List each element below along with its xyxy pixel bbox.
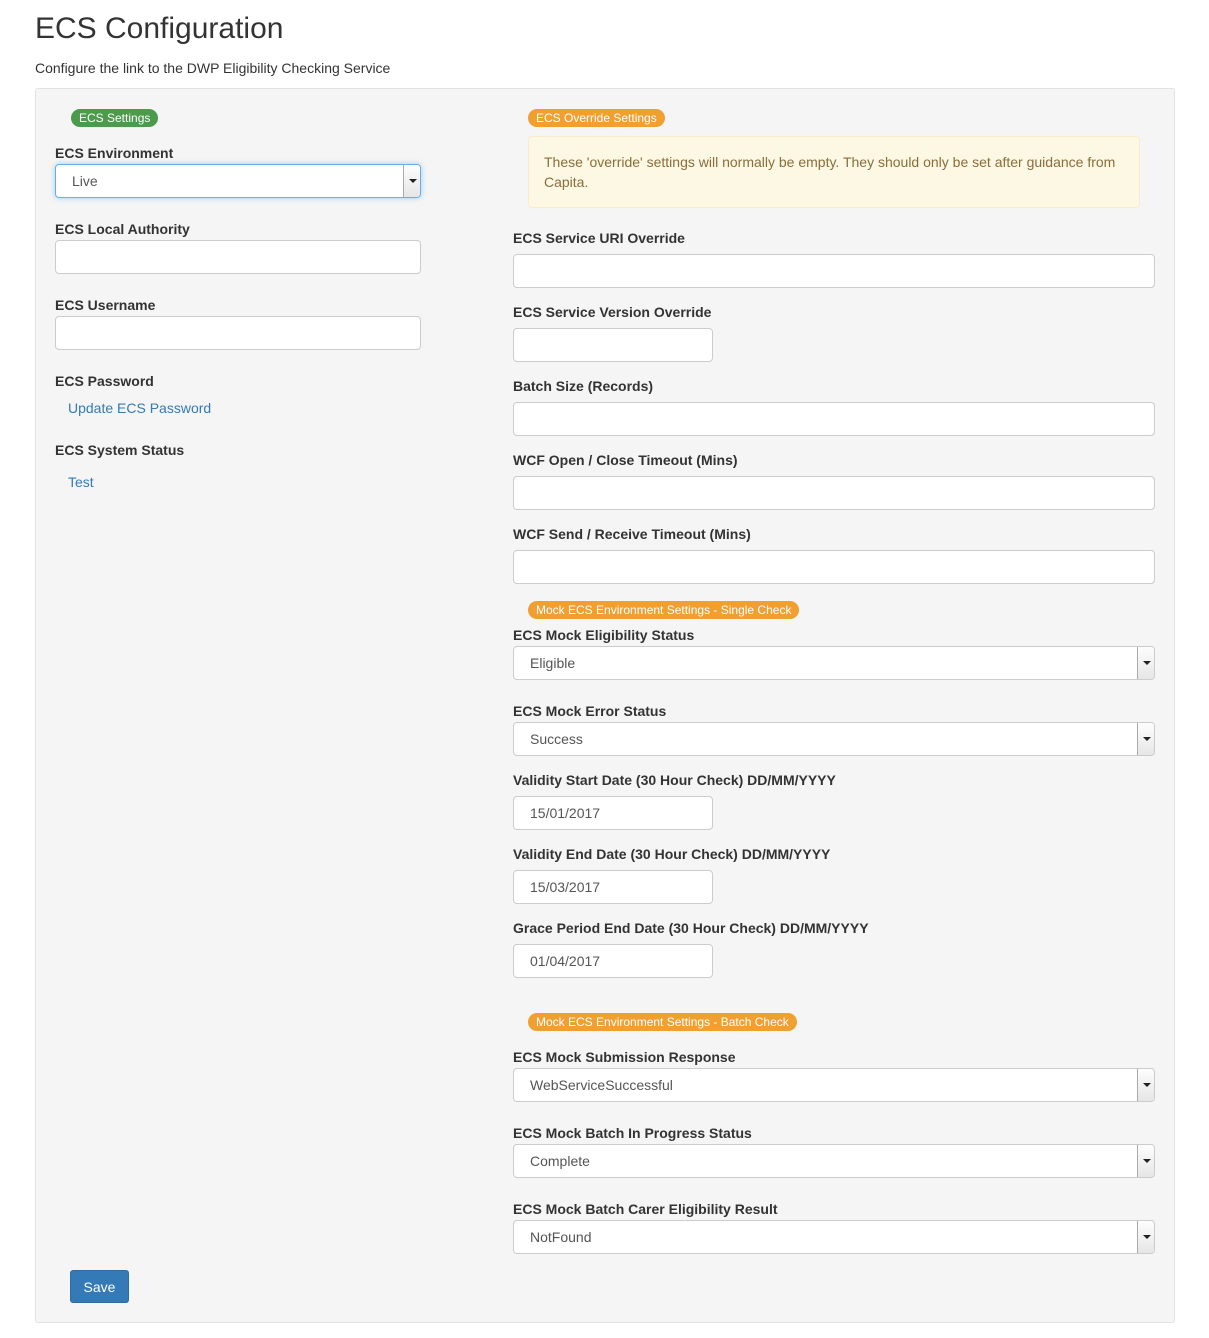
ecs-mock-eligibility-status-value: Eligible [530,655,576,671]
ecs-override-settings-badge: ECS Override Settings [528,109,665,127]
validity-end-date-input[interactable] [513,870,713,904]
ecs-service-version-override-label: ECS Service Version Override [513,304,712,320]
ecs-settings-badge: ECS Settings [71,109,159,127]
config-panel: ECS Settings ECS Environment Live ECS Lo… [35,88,1175,1323]
override-warning-alert: These 'override' settings will normally … [528,136,1140,208]
ecs-service-uri-override-input[interactable] [513,254,1155,288]
ecs-mock-error-status-select[interactable]: Success [513,722,1155,756]
page-subtitle: Configure the link to the DWP Eligibilit… [35,60,391,76]
ecs-local-authority-input[interactable] [55,240,421,274]
ecs-mock-eligibility-status-label: ECS Mock Eligibility Status [513,627,695,643]
ecs-mock-error-status-label: ECS Mock Error Status [513,703,667,719]
ecs-system-status-label: ECS System Status [55,442,185,458]
chevron-down-icon[interactable] [1137,1069,1154,1101]
ecs-mock-submission-response-select[interactable]: WebServiceSuccessful [513,1068,1155,1102]
update-ecs-password-link[interactable]: Update ECS Password [68,400,211,416]
ecs-mock-submission-response-label: ECS Mock Submission Response [513,1049,736,1065]
grace-period-end-date-input[interactable] [513,944,713,978]
wcf-send-receive-timeout-input[interactable] [513,550,1155,584]
ecs-mock-batch-carer-eligibility-result-select[interactable]: NotFound [513,1220,1155,1254]
chevron-down-icon[interactable] [403,165,420,197]
wcf-send-receive-timeout-label: WCF Send / Receive Timeout (Mins) [513,526,751,542]
ecs-mock-batch-in-progress-status-select[interactable]: Complete [513,1144,1155,1178]
batch-size-input[interactable] [513,402,1155,436]
ecs-password-label: ECS Password [55,373,154,389]
ecs-mock-batch-carer-eligibility-result-label: ECS Mock Batch Carer Eligibility Result [513,1201,778,1217]
ecs-mock-batch-in-progress-status-label: ECS Mock Batch In Progress Status [513,1125,752,1141]
grace-period-end-date-label: Grace Period End Date (30 Hour Check) DD… [513,920,869,936]
validity-start-date-label: Validity Start Date (30 Hour Check) DD/M… [513,772,836,788]
chevron-down-icon[interactable] [1137,723,1154,755]
save-button[interactable]: Save [70,1270,129,1303]
ecs-mock-batch-in-progress-status-value: Complete [530,1153,590,1169]
batch-size-label: Batch Size (Records) [513,378,654,394]
chevron-down-icon[interactable] [1137,1145,1154,1177]
ecs-mock-eligibility-status-select[interactable]: Eligible [513,646,1155,680]
ecs-service-uri-override-label: ECS Service URI Override [513,230,685,246]
ecs-mock-submission-response-value: WebServiceSuccessful [530,1077,673,1093]
ecs-service-version-override-input[interactable] [513,328,713,362]
validity-start-date-input[interactable] [513,796,713,830]
wcf-open-close-timeout-label: WCF Open / Close Timeout (Mins) [513,452,738,468]
wcf-open-close-timeout-input[interactable] [513,476,1155,510]
ecs-username-label: ECS Username [55,297,156,313]
test-link[interactable]: Test [68,474,94,490]
ecs-mock-batch-carer-eligibility-result-value: NotFound [530,1229,592,1245]
mock-batch-check-badge: Mock ECS Environment Settings - Batch Ch… [528,1013,797,1031]
ecs-environment-label: ECS Environment [55,145,174,161]
ecs-local-authority-label: ECS Local Authority [55,221,190,237]
ecs-mock-error-status-value: Success [530,731,583,747]
chevron-down-icon[interactable] [1137,1221,1154,1253]
ecs-environment-select[interactable]: Live [55,164,421,198]
override-warning-text: These 'override' settings will normally … [544,154,1116,190]
chevron-down-icon[interactable] [1137,647,1154,679]
validity-end-date-label: Validity End Date (30 Hour Check) DD/MM/… [513,846,831,862]
page-title: ECS Configuration [35,12,284,45]
mock-single-check-badge: Mock ECS Environment Settings - Single C… [528,601,800,619]
ecs-environment-value: Live [72,173,98,189]
ecs-username-input[interactable] [55,316,421,350]
